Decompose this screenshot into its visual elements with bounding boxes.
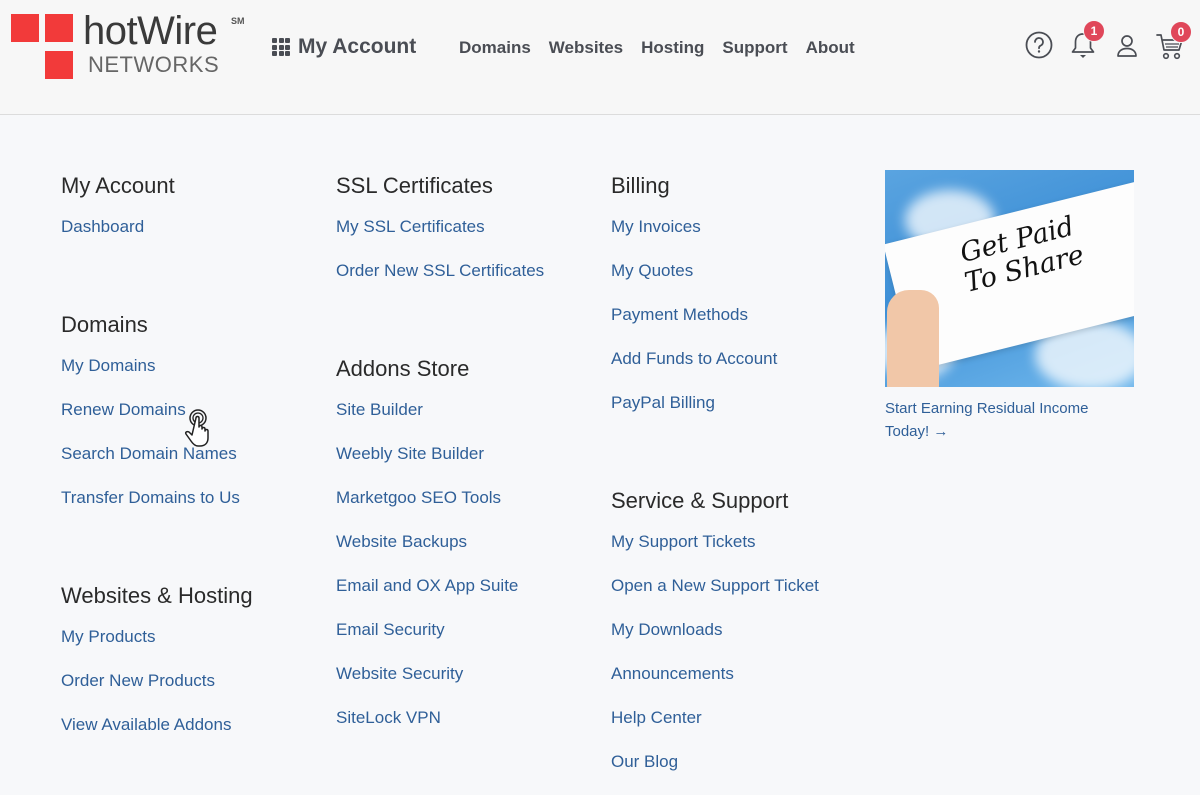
menu-column-ssl-addons: SSL Certificates My SSL Certificates Ord… [336,172,596,751]
section-title: Websites & Hosting [61,583,253,608]
logo-service-mark: SM [231,16,245,26]
link-renew-domains[interactable]: Renew Domains [61,399,321,443]
section-websites-hosting: Websites & Hosting My Products Order New… [61,582,321,758]
hand-shape [887,290,939,387]
promo-link[interactable]: Start Earning Residual Income Today! → [885,397,1135,443]
grid-icon [272,38,290,56]
section-title: SSL Certificates [336,173,493,198]
link-sitelock-vpn[interactable]: SiteLock VPN [336,707,596,751]
my-account-label: My Account [298,35,417,58]
link-marketgoo-seo-tools[interactable]: Marketgoo SEO Tools [336,487,596,531]
link-site-builder[interactable]: Site Builder [336,399,596,443]
account-button[interactable] [1116,33,1138,59]
link-my-downloads[interactable]: My Downloads [611,619,871,663]
link-my-quotes[interactable]: My Quotes [611,260,871,304]
link-email-security[interactable]: Email Security [336,619,596,663]
link-email-ox-app-suite[interactable]: Email and OX App Suite [336,575,596,619]
link-weebly-site-builder[interactable]: Weebly Site Builder [336,443,596,487]
menu-column-billing-support: Billing My Invoices My Quotes Payment Me… [611,172,871,795]
help-circle-icon [1025,31,1053,59]
main-nav: Domains Websites Hosting Support About [459,38,855,58]
link-my-domains[interactable]: My Domains [61,355,321,399]
section-title: My Account [61,173,175,198]
section-ssl-certificates: SSL Certificates My SSL Certificates Ord… [336,172,596,355]
section-title: Domains [61,312,148,337]
section-my-account: My Account Dashboard [61,172,321,311]
link-my-ssl-certificates[interactable]: My SSL Certificates [336,216,596,260]
link-transfer-domains[interactable]: Transfer Domains to Us [61,487,321,531]
promo-card: Get Paid To Share Start Earning Residual… [885,170,1135,443]
nav-hosting[interactable]: Hosting [641,38,704,58]
link-dashboard[interactable]: Dashboard [61,216,321,260]
link-our-blog[interactable]: Our Blog [611,751,871,795]
link-my-products[interactable]: My Products [61,626,321,670]
section-domains: Domains My Domains Renew Domains Search … [61,311,321,582]
menu-column-account: My Account Dashboard Domains My Domains … [61,172,321,758]
nav-about[interactable]: About [806,38,855,58]
link-my-support-tickets[interactable]: My Support Tickets [611,531,871,575]
nav-support[interactable]: Support [722,38,787,58]
section-addons-store: Addons Store Site Builder Weebly Site Bu… [336,355,596,751]
link-website-security[interactable]: Website Security [336,663,596,707]
logo-square [45,51,73,79]
nav-websites[interactable]: Websites [549,38,623,58]
link-open-support-ticket[interactable]: Open a New Support Ticket [611,575,871,619]
logo-square [45,14,73,42]
link-add-funds[interactable]: Add Funds to Account [611,348,871,392]
promo-image[interactable]: Get Paid To Share [885,170,1134,387]
section-service-support: Service & Support My Support Tickets Ope… [611,487,871,795]
link-search-domain-names[interactable]: Search Domain Names [61,443,321,487]
help-button[interactable] [1024,30,1054,60]
link-payment-methods[interactable]: Payment Methods [611,304,871,348]
link-website-backups[interactable]: Website Backups [336,531,596,575]
link-order-new-ssl[interactable]: Order New SSL Certificates [336,260,596,304]
cart-badge: 0 [1170,21,1192,43]
logo-sub-text: NETWORKS [88,52,220,77]
cart-button[interactable]: 0 [1156,21,1192,62]
section-title: Addons Store [336,356,470,381]
link-paypal-billing[interactable]: PayPal Billing [611,392,871,436]
link-announcements[interactable]: Announcements [611,663,871,707]
section-title: Service & Support [611,488,789,513]
user-icon [1117,35,1137,57]
link-my-invoices[interactable]: My Invoices [611,216,871,260]
site-header: hotWire SM NETWORKS My Account Domains W… [0,0,1200,115]
nav-domains[interactable]: Domains [459,38,531,58]
logo-square [11,14,39,42]
section-billing: Billing My Invoices My Quotes Payment Me… [611,172,871,487]
link-view-available-addons[interactable]: View Available Addons [61,714,321,758]
notifications-badge: 1 [1083,20,1105,42]
section-title: Billing [611,173,670,198]
notifications-button[interactable]: 1 [1070,20,1105,62]
logo-brand-text: hotWire [83,9,218,53]
hotwire-logo[interactable]: hotWire SM NETWORKS [11,9,251,83]
link-help-center[interactable]: Help Center [611,707,871,751]
my-account-menu-toggle[interactable]: My Account [272,34,416,60]
link-order-new-products[interactable]: Order New Products [61,670,321,714]
